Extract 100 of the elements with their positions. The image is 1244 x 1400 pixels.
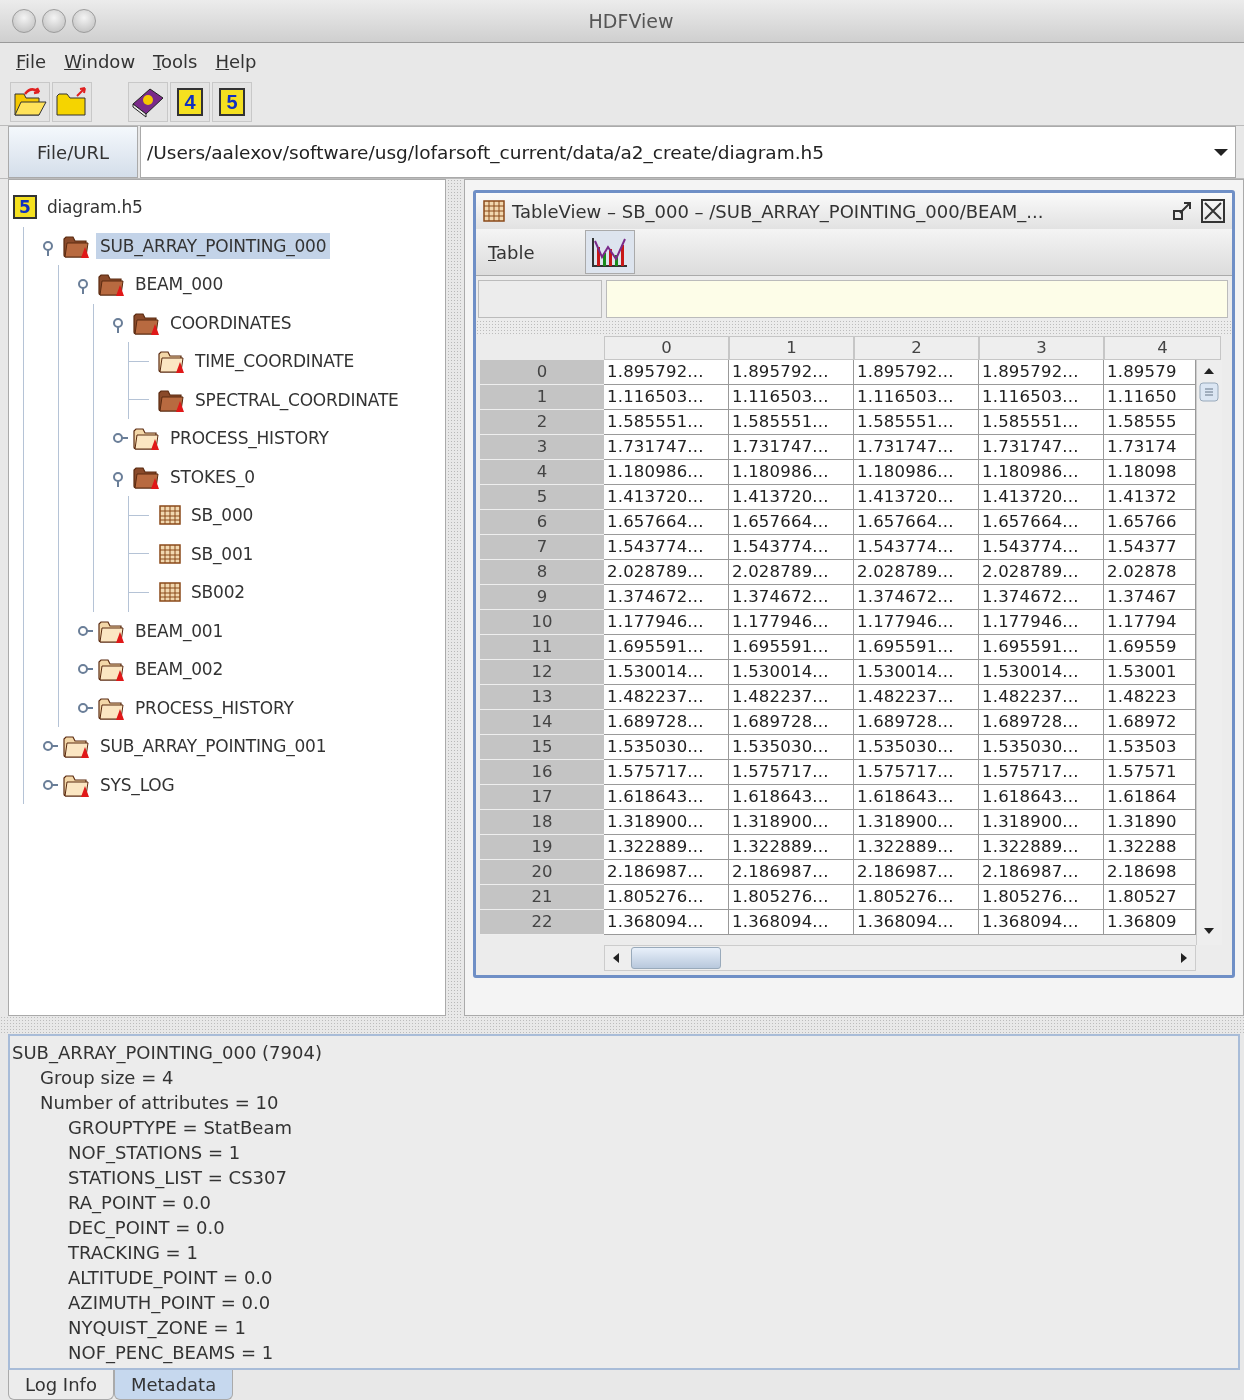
tree-item[interactable]: BEAM_000 bbox=[131, 271, 228, 298]
url-field[interactable]: /Users/aalexov/software/usg/lofarsoft_current/data/a2_create/diagram.h5 bbox=[140, 126, 1236, 178]
tree-item[interactable]: diagram.h5 bbox=[43, 194, 147, 221]
table-window-title: TableView – SB_000 – /SUB_ARRAY_POINTING_000/BEAM_... bbox=[512, 200, 1045, 222]
table-cell: 1.689728... bbox=[979, 710, 1104, 735]
dataset-icon bbox=[157, 580, 183, 605]
table-cell: 1.322889... bbox=[729, 835, 854, 860]
tree-item[interactable]: SB002 bbox=[187, 579, 249, 606]
table-cell: 1.482237... bbox=[604, 685, 729, 710]
menu-item[interactable]: Window bbox=[58, 48, 142, 74]
table-cell: 1.543774... bbox=[979, 535, 1104, 560]
column-header[interactable]: 1 bbox=[729, 336, 854, 360]
row-header: 11 bbox=[480, 635, 604, 660]
horizontal-scrollbar[interactable] bbox=[604, 945, 1196, 971]
table-cell: 1.535030... bbox=[979, 735, 1104, 760]
table-cell: 1.57571 bbox=[1104, 760, 1196, 785]
table-cell: 1.530014... bbox=[979, 660, 1104, 685]
table-cell: 1.177946... bbox=[729, 610, 854, 635]
tree-item[interactable]: SYS_LOG bbox=[96, 771, 179, 798]
table-cell: 1.585551... bbox=[729, 410, 854, 435]
table-cell: 1.374672... bbox=[854, 585, 979, 610]
table-cell: 1.482237... bbox=[979, 685, 1104, 710]
table-cell: 1.895792... bbox=[604, 360, 729, 385]
tree-item[interactable]: SPECTRAL_COORDINATE bbox=[191, 386, 403, 413]
column-header[interactable]: 0 bbox=[604, 336, 729, 360]
table-cell: 1.585551... bbox=[854, 410, 979, 435]
folder-icon bbox=[62, 733, 92, 760]
table-cell: 1.731747... bbox=[604, 435, 729, 460]
cell-edit-field[interactable] bbox=[606, 280, 1228, 318]
table-cell: 1.318900... bbox=[979, 810, 1104, 835]
tree-item[interactable]: PROCESS_HISTORY bbox=[166, 425, 333, 452]
column-header[interactable]: 2 bbox=[854, 336, 979, 360]
table-cell: 1.180986... bbox=[854, 460, 979, 485]
tree-item[interactable]: STOKES_0 bbox=[166, 463, 259, 490]
metadata-line: RA_POINT = 0.0 bbox=[68, 1191, 213, 1215]
window-button[interactable] bbox=[12, 9, 36, 33]
table-cell: 1.318900... bbox=[854, 810, 979, 835]
table-cell: 1.530014... bbox=[604, 660, 729, 685]
row-header: 16 bbox=[480, 760, 604, 785]
menu-item[interactable]: Tools bbox=[147, 48, 204, 74]
tree-item[interactable]: SB_000 bbox=[187, 502, 258, 529]
tab[interactable]: Metadata bbox=[113, 1370, 234, 1400]
toolbar-button[interactable]: 5 bbox=[212, 82, 252, 122]
table-cell: 1.11650 bbox=[1104, 385, 1196, 410]
table-cell: 1.413720... bbox=[729, 485, 854, 510]
table-cell: 1.180986... bbox=[979, 460, 1104, 485]
table-cell: 1.116503... bbox=[604, 385, 729, 410]
toolbar-button[interactable] bbox=[128, 82, 168, 122]
table-cell: 1.368094... bbox=[854, 910, 979, 935]
window-button[interactable] bbox=[72, 9, 96, 33]
file-url-button[interactable]: File/URL bbox=[8, 126, 138, 178]
column-header[interactable]: 3 bbox=[979, 336, 1104, 360]
maximize-icon[interactable] bbox=[1170, 199, 1194, 223]
table-cell: 1.575717... bbox=[854, 760, 979, 785]
window-button[interactable] bbox=[42, 9, 66, 33]
row-header: 17 bbox=[480, 785, 604, 810]
tree-item[interactable]: SUB_ARRAY_POINTING_000 bbox=[96, 232, 331, 259]
row-header: 22 bbox=[480, 910, 604, 935]
table-cell: 1.618643... bbox=[979, 785, 1104, 810]
row-header: 7 bbox=[480, 535, 604, 560]
table-cell: 1.177946... bbox=[979, 610, 1104, 635]
tree-item[interactable]: COORDINATES bbox=[166, 309, 296, 336]
metadata-line: STATIONS_LIST = CS307 bbox=[68, 1166, 288, 1190]
tree-item[interactable]: SUB_ARRAY_POINTING_001 bbox=[96, 733, 331, 760]
table-cell: 1.543774... bbox=[854, 535, 979, 560]
menu-item[interactable]: File bbox=[10, 48, 53, 74]
scrollbar-thumb[interactable] bbox=[1197, 382, 1221, 402]
table-cell: 1.413720... bbox=[604, 485, 729, 510]
chart-button[interactable] bbox=[584, 230, 635, 274]
close-icon[interactable] bbox=[1200, 198, 1226, 224]
row-header: 4 bbox=[480, 460, 604, 485]
table-cell: 2.028789... bbox=[854, 560, 979, 585]
tree-item[interactable]: BEAM_002 bbox=[131, 656, 228, 683]
help-book-icon bbox=[130, 86, 166, 118]
row-header: 1 bbox=[480, 385, 604, 410]
table-cell: 1.689728... bbox=[729, 710, 854, 735]
table-cell: 1.374672... bbox=[729, 585, 854, 610]
menu-item[interactable]: Table bbox=[482, 239, 541, 265]
tree-item[interactable]: PROCESS_HISTORY bbox=[131, 694, 298, 721]
table-cell: 1.689728... bbox=[604, 710, 729, 735]
folder-icon bbox=[132, 425, 162, 452]
metadata-line: TRACKING = 1 bbox=[68, 1241, 199, 1265]
tree-item[interactable]: BEAM_001 bbox=[131, 617, 228, 644]
menu-item[interactable]: Help bbox=[209, 48, 263, 74]
tab[interactable]: Log Info bbox=[8, 1370, 114, 1400]
table-cell: 1.657664... bbox=[604, 510, 729, 535]
table-cell: 1.657664... bbox=[854, 510, 979, 535]
tree-item[interactable]: SB_001 bbox=[187, 540, 258, 567]
tree-item[interactable]: TIME_COORDINATE bbox=[191, 348, 358, 375]
toolbar-button[interactable] bbox=[10, 82, 50, 122]
column-header[interactable]: 4 bbox=[1104, 336, 1221, 360]
folder-icon bbox=[55, 86, 89, 118]
metadata-line: NYQUIST_ZONE = 1 bbox=[68, 1316, 247, 1340]
scrollbar-thumb[interactable] bbox=[631, 947, 721, 969]
metadata-line: SUB_ARRAY_POINTING_000 (7904) bbox=[12, 1041, 323, 1065]
table-cell: 1.805276... bbox=[979, 885, 1104, 910]
table-cell: 2.186987... bbox=[604, 860, 729, 885]
table-cell: 1.68972 bbox=[1104, 710, 1196, 735]
dataset-icon bbox=[157, 541, 183, 566]
toolbar-button[interactable]: 4 bbox=[170, 82, 210, 122]
